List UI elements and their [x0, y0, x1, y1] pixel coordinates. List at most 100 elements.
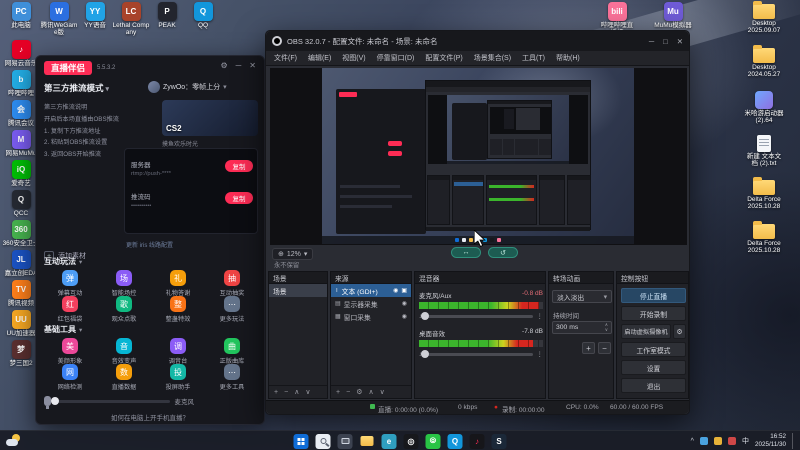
scene-down-button[interactable]: ∨ — [305, 388, 310, 396]
menu-profile[interactable]: 配置文件(P) — [425, 53, 462, 63]
virtual-camera-config-button[interactable]: ⚙ — [673, 324, 686, 339]
desktop-icon-qq[interactable]: Q QQ — [184, 2, 222, 29]
menu-help[interactable]: 帮助(H) — [556, 53, 580, 63]
remove-scene-button[interactable]: − — [284, 389, 288, 396]
menu-file[interactable]: 文件(F) — [274, 53, 297, 63]
close-icon[interactable]: ✕ — [249, 61, 256, 70]
iris-hint-link[interactable]: 更新 iris 线路配置 — [126, 240, 173, 249]
settings-icon[interactable]: ⚙ — [220, 61, 227, 70]
section-interactive-title[interactable]: 互动玩法 ▾ — [44, 256, 82, 267]
slider-knob[interactable] — [51, 397, 59, 405]
obs-titlebar[interactable]: OBS 32.0.7 - 配置文件: 未命名 - 场景: 未命名 ─ □ ✕ — [266, 31, 689, 51]
tool-more-tools[interactable]: ⋯ 更多工具 — [206, 364, 258, 391]
mobile-stream-help-link[interactable]: 如何在电脑上开手机直播？ — [36, 412, 264, 422]
close-icon[interactable]: ✕ — [677, 37, 683, 46]
source-up-button[interactable]: ∧ — [368, 388, 373, 396]
visibility-eye-icon[interactable]: ◉ — [402, 300, 407, 307]
desktop-icon-wegame[interactable]: W 腾讯WeGame版 — [40, 2, 78, 37]
wechat-taskbar-button[interactable]: ⦾ — [425, 433, 441, 450]
volume-slider[interactable] — [421, 350, 533, 358]
tray-app-icon[interactable] — [713, 437, 722, 445]
show-desktop-button[interactable] — [792, 433, 794, 449]
slider-knob[interactable] — [421, 312, 430, 320]
remove-source-button[interactable]: − — [346, 389, 350, 396]
slider-knob[interactable] — [421, 350, 430, 358]
tool-live-data[interactable]: 数直播数据 — [98, 364, 150, 391]
preview-pan-button[interactable]: ↔ — [451, 247, 481, 258]
visibility-eye-icon[interactable]: ◉ — [402, 313, 407, 320]
menu-tools[interactable]: 工具(T) — [522, 53, 545, 63]
input-language-switch[interactable]: 中 — [742, 436, 749, 446]
qq-taskbar-button[interactable]: Q — [447, 433, 463, 450]
source-item-window-capture[interactable]: ▦ 窗口采集 ◉ — [331, 310, 411, 323]
maximize-icon[interactable]: □ — [663, 37, 668, 46]
task-view-button[interactable] — [337, 433, 353, 449]
tool-beauty[interactable]: 美美颜形象 — [44, 338, 96, 365]
transition-select[interactable]: 淡入淡出 ▾ — [552, 290, 612, 303]
scene-item[interactable]: 场景 — [269, 284, 327, 297]
weather-widget[interactable] — [6, 434, 20, 448]
tray-overflow-chevron[interactable]: ^ — [691, 438, 694, 445]
copy-server-button[interactable]: 复制 — [225, 160, 253, 172]
tool-soundfx[interactable]: 音音效变声 — [98, 338, 150, 365]
live-cover-card[interactable]: CS2 — [162, 100, 258, 136]
desktop-icon-folder[interactable]: Desktop 2025.09.07 — [736, 1, 792, 35]
zoom-chip[interactable]: ⊕ 12% ▾ — [272, 248, 314, 260]
desktop-icon-folder[interactable]: Desktop 2024.05.27 — [736, 45, 792, 79]
tool-song-request[interactable]: 歌观众点歌 — [98, 296, 150, 323]
minimize-icon[interactable]: ─ — [649, 37, 654, 46]
tool-danmaku[interactable]: 弹弹幕互动 — [44, 270, 96, 297]
desktop-icon-textfile[interactable]: 新建 文本文档 (2).txt — [736, 134, 792, 168]
remove-transition-button[interactable]: − — [598, 342, 611, 354]
tool-network-test[interactable]: 网网络检测 — [44, 364, 96, 391]
desktop-icon-folder[interactable]: Delta Force 2025.10.28 — [736, 177, 792, 211]
menu-view[interactable]: 视图(V) — [342, 53, 365, 63]
source-properties-button[interactable]: ⚙ — [356, 388, 362, 396]
channel-options-icon[interactable]: ⋮ — [537, 312, 544, 320]
section-tools-title[interactable]: 基础工具 ▾ — [44, 324, 82, 335]
tray-app-icon[interactable] — [699, 437, 708, 445]
tool-more-play[interactable]: ⋯ 更多玩法 — [206, 296, 258, 323]
spin-down-icon[interactable]: ∨ — [605, 327, 608, 333]
tool-cast[interactable]: 投投屏助手 — [152, 364, 204, 391]
source-item-text[interactable]: T 文本 (GDI+) ◉ ▣ — [331, 284, 411, 297]
menu-edit[interactable]: 编辑(E) — [308, 53, 331, 63]
visibility-eye-icon[interactable]: ◉ — [393, 287, 398, 294]
user-account[interactable]: ZywOo：零帧上分 ▾ — [148, 81, 227, 93]
exit-button[interactable]: 退出 — [621, 378, 686, 393]
taskbar-clock[interactable]: 16:52 2025/11/30 — [755, 433, 786, 449]
volume-slider[interactable] — [421, 312, 533, 320]
add-scene-button[interactable]: + — [274, 389, 278, 396]
menu-scene-collection[interactable]: 场景集合(S) — [474, 53, 511, 63]
mode-selector[interactable]: 第三方推流模式 ▾ — [44, 82, 109, 94]
mic-volume-slider[interactable] — [51, 397, 170, 405]
desktop-icon-lethal-company[interactable]: LC Lethal Company — [112, 2, 150, 37]
live-companion-taskbar-button[interactable]: ♪ — [469, 433, 485, 450]
tool-mixer[interactable]: 调调音台 — [152, 338, 204, 365]
lock-icon[interactable]: ▣ — [401, 287, 407, 294]
duration-spinner[interactable]: 300 ms ∧ ∨ — [552, 321, 612, 334]
desktop-icon-mumu-emu[interactable]: Mu MuMu模拟器 — [654, 2, 692, 29]
start-recording-button[interactable]: 开始录制 — [621, 306, 686, 321]
tray-app-icon[interactable] — [727, 437, 736, 445]
tool-prank-fx[interactable]: 整整蛊特效 — [152, 296, 204, 323]
steam-taskbar-button[interactable]: S — [491, 433, 507, 449]
virtual-camera-button[interactable]: 启动虚拟摄像机 — [621, 324, 671, 339]
obs-preview[interactable] — [270, 68, 687, 245]
studio-mode-button[interactable]: 工作室模式 — [621, 342, 686, 357]
search-button[interactable] — [315, 433, 331, 449]
desktop-icon-launcher[interactable]: 米哈游启动器 (2).64 — [736, 90, 792, 125]
tool-lottery[interactable]: 抽互动抽奖 — [206, 270, 258, 297]
channel-options-icon[interactable]: ⋮ — [537, 350, 544, 358]
copy-streamkey-button[interactable]: 复制 — [225, 192, 253, 204]
desktop-icon-folder[interactable]: Delta Force 2025.10.28 — [736, 221, 792, 255]
tool-smart-control[interactable]: 场智能场控 — [98, 270, 150, 297]
start-button[interactable] — [293, 433, 309, 449]
source-item-display-capture[interactable]: ▤ 显示器采集 ◉ — [331, 297, 411, 310]
obs-taskbar-button[interactable]: ◎ — [403, 433, 419, 450]
file-explorer-button[interactable] — [360, 434, 375, 449]
desktop-icon-peak[interactable]: P PEAK — [148, 2, 186, 29]
add-source-button[interactable]: + — [336, 389, 340, 396]
tool-music-lib[interactable]: 曲正版曲库 — [206, 338, 258, 365]
preview-reset-button[interactable]: ↺ — [488, 247, 518, 258]
